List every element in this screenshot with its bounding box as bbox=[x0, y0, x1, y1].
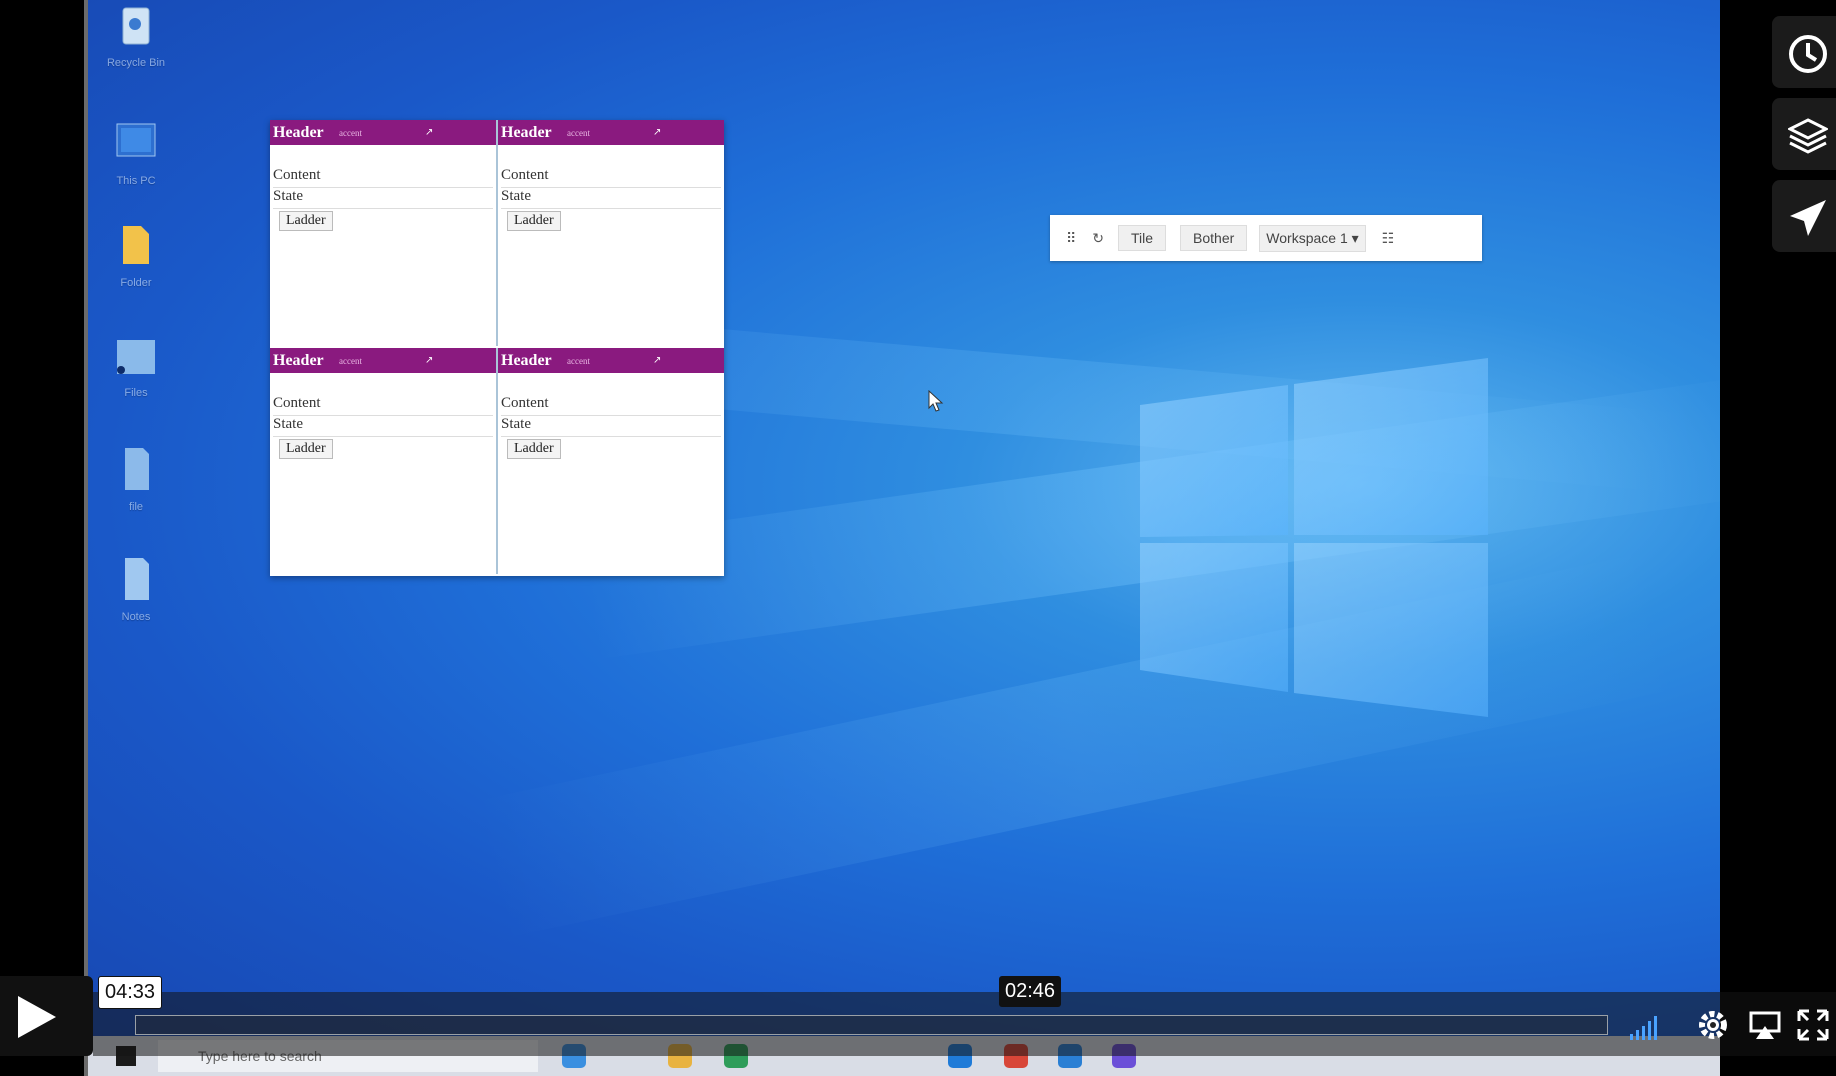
folder-icon[interactable]: Folder bbox=[96, 222, 176, 289]
desktop-icon-label: This PC bbox=[116, 175, 156, 187]
pane-state-field[interactable]: State bbox=[501, 415, 721, 437]
pane-content: Content bbox=[501, 395, 549, 411]
ladder-button[interactable]: Ladder bbox=[279, 211, 333, 231]
pane-title: Header bbox=[273, 123, 324, 141]
bother-button[interactable]: Bother bbox=[1180, 225, 1248, 251]
document-icon[interactable]: Notes bbox=[96, 556, 176, 623]
recycle-bin-icon[interactable]: Recycle Bin bbox=[96, 2, 176, 69]
tile-pane: Header accent ↗ Content State Ladder bbox=[498, 348, 724, 574]
progress-bar[interactable] bbox=[135, 1015, 1608, 1035]
pane-header[interactable]: Header accent ↗ bbox=[498, 348, 724, 373]
tile-pane: Header accent ↗ Content State Ladder bbox=[498, 120, 724, 346]
pin-icon[interactable]: ↗ bbox=[425, 355, 433, 366]
pin-icon[interactable]: ↗ bbox=[653, 355, 661, 366]
collections-button[interactable] bbox=[1772, 98, 1836, 170]
pane-header[interactable]: Header accent ↗ bbox=[498, 120, 724, 145]
pin-icon[interactable]: ↗ bbox=[425, 127, 433, 138]
shared-folder-icon[interactable]: Files bbox=[96, 332, 176, 399]
volume-icon[interactable] bbox=[1628, 1008, 1662, 1042]
mouse-cursor-icon bbox=[928, 390, 944, 412]
tile-button[interactable]: Tile bbox=[1118, 225, 1167, 251]
pane-state-field[interactable]: State bbox=[273, 187, 493, 209]
tile-pane: Header accent ↗ Content State Ladder bbox=[270, 348, 498, 574]
ladder-button[interactable]: Ladder bbox=[507, 439, 561, 459]
floating-toolbar: ⠿ ↻ Tile Bother Workspace 1 ▾ ☷ bbox=[1050, 215, 1482, 261]
ladder-button[interactable]: Ladder bbox=[507, 211, 561, 231]
watch-later-button[interactable] bbox=[1772, 16, 1836, 88]
fullscreen-icon[interactable] bbox=[1796, 1008, 1830, 1042]
pane-title: Header bbox=[273, 351, 324, 369]
pane-content: Content bbox=[273, 167, 321, 183]
grid-icon[interactable]: ☷ bbox=[1382, 230, 1395, 247]
pane-tag: accent bbox=[567, 127, 590, 138]
tile-pane: Header accent ↗ Content State Ladder bbox=[270, 120, 498, 346]
pane-header[interactable]: Header accent ↗ bbox=[270, 120, 496, 145]
play-button[interactable] bbox=[0, 976, 93, 1056]
ladder-button[interactable]: Ladder bbox=[279, 439, 333, 459]
pane-content: Content bbox=[273, 395, 321, 411]
pane-title: Header bbox=[501, 123, 552, 141]
pane-tag: accent bbox=[339, 355, 362, 366]
layers-icon bbox=[1788, 118, 1828, 154]
file-icon[interactable]: file bbox=[96, 446, 176, 513]
play-icon bbox=[18, 996, 56, 1038]
settings-gear-icon[interactable] bbox=[1696, 1008, 1730, 1042]
video-player: Recycle Bin This PC Folder Files file No… bbox=[0, 0, 1836, 1076]
elapsed-time: 04:33 bbox=[98, 976, 163, 1009]
share-button[interactable] bbox=[1772, 180, 1836, 252]
hover-time-tooltip: 02:46 bbox=[999, 976, 1062, 1007]
pane-title: Header bbox=[501, 351, 552, 369]
workspace-value: Workspace 1 bbox=[1266, 229, 1348, 246]
send-icon bbox=[1790, 200, 1826, 236]
workspace-select[interactable]: Workspace 1 ▾ bbox=[1259, 224, 1366, 252]
computer-icon[interactable]: This PC bbox=[96, 120, 176, 187]
pane-state-field[interactable]: State bbox=[501, 187, 721, 209]
airplay-icon[interactable] bbox=[1748, 1008, 1782, 1042]
clock-icon bbox=[1789, 35, 1827, 73]
pin-icon[interactable]: ↗ bbox=[653, 127, 661, 138]
pane-header[interactable]: Header accent ↗ bbox=[270, 348, 496, 373]
pane-state-field[interactable]: State bbox=[273, 415, 493, 437]
refresh-icon[interactable]: ↻ bbox=[1092, 230, 1104, 247]
pane-tag: accent bbox=[567, 355, 590, 366]
tiled-window-grid: Header accent ↗ Content State Ladder Hea… bbox=[270, 120, 724, 576]
desktop-icon-label: Notes bbox=[121, 611, 151, 623]
desktop-icon-label: file bbox=[128, 501, 144, 513]
desktop-icon-label: Folder bbox=[120, 277, 152, 289]
windows-logo-icon bbox=[1140, 355, 1490, 720]
pane-content: Content bbox=[501, 167, 549, 183]
chevron-down-icon: ▾ bbox=[1351, 229, 1359, 246]
pane-tag: accent bbox=[339, 127, 362, 138]
drag-handle-icon[interactable]: ⠿ bbox=[1066, 230, 1076, 247]
desktop-icon-label: Files bbox=[124, 387, 148, 399]
desktop-icon-label: Recycle Bin bbox=[106, 57, 166, 69]
